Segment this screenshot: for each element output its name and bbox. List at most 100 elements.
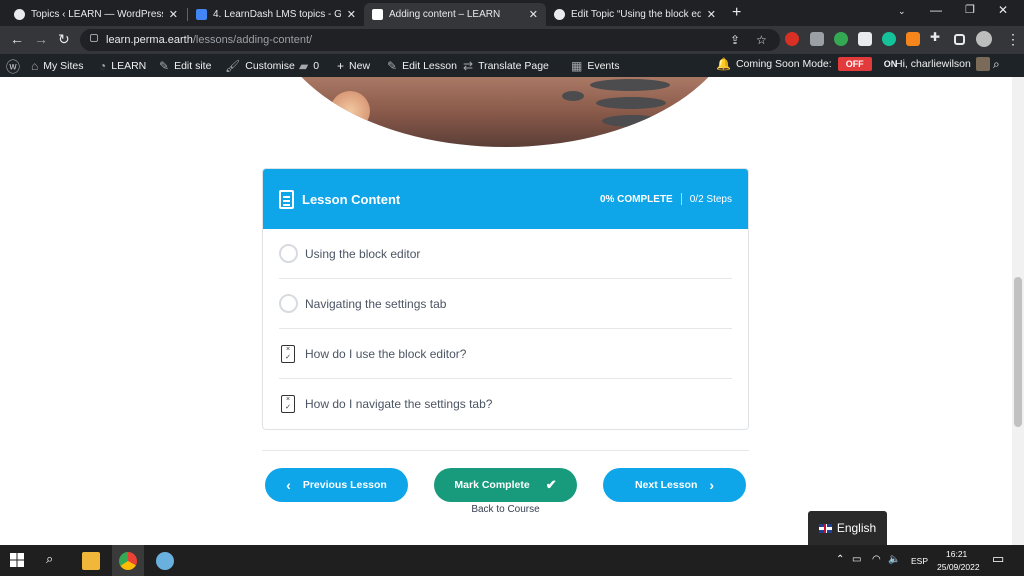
wp-admin-bar: ⓦ ⌂ My Sites ◔ LEARN ✎ Edit site 🖌 Customise…	[0, 54, 1024, 77]
share-icon[interactable]: ⇪	[730, 33, 740, 47]
dashboard-icon: ◔	[99, 59, 107, 73]
window-close-button[interactable]: ✕	[998, 3, 1008, 17]
bell-icon: 🔔	[716, 57, 731, 71]
extension-red-icon[interactable]	[785, 32, 799, 46]
lesson-content-header[interactable]: Lesson Content 0% COMPLETE 0/2 Steps	[263, 169, 748, 229]
calendar-icon: ▦	[571, 59, 583, 73]
page-icon	[372, 9, 383, 20]
clock-date[interactable]: 25/09/2022	[937, 562, 980, 572]
google-docs-icon	[196, 9, 207, 20]
wifi-icon[interactable]: ◠	[872, 554, 881, 565]
quiz-label: How do I use the block editor?	[305, 346, 467, 361]
paint-icon[interactable]	[156, 552, 174, 570]
extension-qr-icon[interactable]	[858, 32, 872, 46]
quiz-icon: × ✓	[281, 344, 295, 363]
scrollbar-thumb[interactable]	[1014, 277, 1022, 427]
metamask-icon[interactable]	[906, 32, 920, 46]
stone-shape	[562, 91, 584, 101]
admin-edit-site[interactable]: ✎ Edit site	[159, 59, 211, 73]
page-scrollbar[interactable]	[1012, 77, 1024, 545]
admin-translate-page[interactable]: ⇄ Translate Page	[463, 59, 549, 73]
close-tab-icon[interactable]: ✕	[707, 8, 716, 21]
extension-green-icon[interactable]	[834, 32, 848, 46]
forward-arrow-icon[interactable]: →	[34, 31, 48, 47]
comment-icon: ▰	[299, 59, 309, 73]
lesson-content-card: Lesson Content 0% COMPLETE 0/2 Steps Usi…	[262, 168, 749, 430]
divider	[262, 450, 749, 451]
lesson-hero-image	[270, 77, 740, 147]
url-text: learn.perma.earth/lessons/adding-content…	[106, 34, 313, 46]
bookmark-star-icon[interactable]: ☆	[756, 33, 767, 47]
extensions-puzzle-icon[interactable]: ✚	[930, 30, 944, 44]
lock-icon	[90, 34, 98, 42]
profile-avatar-icon[interactable]	[976, 31, 992, 47]
show-hidden-icons[interactable]: ⌃	[836, 554, 844, 565]
restore-button[interactable]: ❐	[965, 3, 975, 16]
battery-icon[interactable]: ▭	[852, 554, 861, 565]
admin-search-icon[interactable]: ⌕	[993, 57, 1000, 72]
windows-start-icon[interactable]	[10, 553, 24, 567]
lesson-content-title: Lesson Content	[302, 191, 401, 207]
paintbrush-icon: 🖌	[225, 59, 241, 73]
translate-icon: ⇄	[463, 59, 474, 73]
close-tab-icon[interactable]: ✕	[347, 8, 356, 21]
tab-learndash-topics[interactable]: 4. LearnDash LMS topics - Googl ✕	[188, 3, 364, 26]
input-language[interactable]: ESP	[911, 556, 928, 566]
grammarly-icon[interactable]	[882, 32, 896, 46]
quiz-item-use-block-editor[interactable]: × ✓ How do I use the block editor?	[279, 329, 732, 379]
topic-item-settings-tab[interactable]: Navigating the settings tab	[279, 279, 732, 329]
extension-grey-icon[interactable]	[810, 32, 824, 46]
previous-lesson-button[interactable]: ‹ Previous Lesson	[265, 468, 408, 502]
admin-my-sites[interactable]: ⌂ My Sites	[31, 59, 84, 73]
admin-account-menu[interactable]: Hi, charliewilson	[895, 57, 990, 71]
edit-site-icon: ✎	[159, 59, 170, 73]
admin-events[interactable]: ▦ Events	[571, 59, 619, 73]
search-icon[interactable]: ⌕	[46, 551, 64, 569]
chrome-menu-icon[interactable]: ⋮	[1006, 31, 1020, 48]
page-content: Lesson Content 0% COMPLETE 0/2 Steps Usi…	[0, 77, 1012, 545]
close-tab-icon[interactable]: ✕	[529, 8, 538, 21]
stone-shape	[596, 97, 666, 109]
reload-icon[interactable]: ↻	[58, 31, 70, 48]
checkmark-icon: ✔	[545, 477, 557, 492]
incomplete-circle-icon	[279, 294, 298, 313]
sidebar-icon[interactable]	[954, 34, 965, 45]
stone-shape	[602, 115, 662, 127]
tab-search-icon[interactable]: ⌄	[898, 6, 906, 17]
notifications-icon[interactable]: ▭	[992, 551, 1004, 567]
address-bar[interactable]: learn.perma.earth/lessons/adding-content…	[80, 29, 780, 51]
admin-coming-soon[interactable]: 🔔 Coming Soon Mode: OFF ON	[716, 57, 897, 71]
minimize-button[interactable]: —	[930, 3, 942, 17]
tab-edit-topic[interactable]: Edit Topic “Using the block edito ✕	[546, 3, 724, 26]
incomplete-circle-icon	[279, 244, 298, 263]
admin-edit-lesson[interactable]: ✎ Edit Lesson	[387, 59, 457, 73]
clock-time[interactable]: 16:21	[946, 549, 967, 559]
sites-icon: ⌂	[31, 59, 39, 73]
admin-customise[interactable]: 🖌 Customise	[225, 59, 295, 73]
avatar	[975, 57, 990, 71]
quiz-item-navigate-settings[interactable]: × ✓ How do I navigate the settings tab?	[279, 379, 732, 429]
back-arrow-icon[interactable]: ←	[10, 31, 24, 47]
coming-soon-off-toggle[interactable]: OFF	[837, 57, 872, 71]
language-switcher[interactable]: English	[808, 511, 887, 545]
admin-site-learn[interactable]: ◔ LEARN	[99, 59, 146, 73]
admin-new[interactable]: + New	[337, 59, 370, 73]
next-lesson-button[interactable]: Next Lesson ›	[603, 468, 746, 502]
stone-shape	[606, 131, 660, 143]
file-explorer-icon[interactable]	[82, 552, 100, 570]
pencil-icon: ✎	[387, 59, 398, 73]
mark-complete-button[interactable]: Mark Complete ✔	[434, 468, 577, 502]
tab-adding-content[interactable]: Adding content – LEARN ✕	[364, 3, 546, 26]
back-to-course-link[interactable]: Back to Course	[434, 504, 577, 515]
uk-flag-icon	[818, 523, 832, 533]
new-tab-button[interactable]: +	[732, 4, 741, 22]
wordpress-logo-icon[interactable]: ⓦ	[6, 57, 25, 77]
topic-item-block-editor[interactable]: Using the block editor	[279, 229, 732, 279]
volume-icon[interactable]: 🔈	[888, 554, 900, 565]
chevron-left-icon: ‹	[286, 477, 291, 493]
chrome-icon[interactable]	[119, 552, 137, 570]
admin-comments[interactable]: ▰ 0	[299, 59, 319, 73]
tab-topics-wordpress[interactable]: Topics ‹ LEARN — WordPress ✕	[6, 3, 186, 26]
steps-count: 0/2 Steps	[689, 193, 732, 205]
close-tab-icon[interactable]: ✕	[169, 8, 178, 21]
